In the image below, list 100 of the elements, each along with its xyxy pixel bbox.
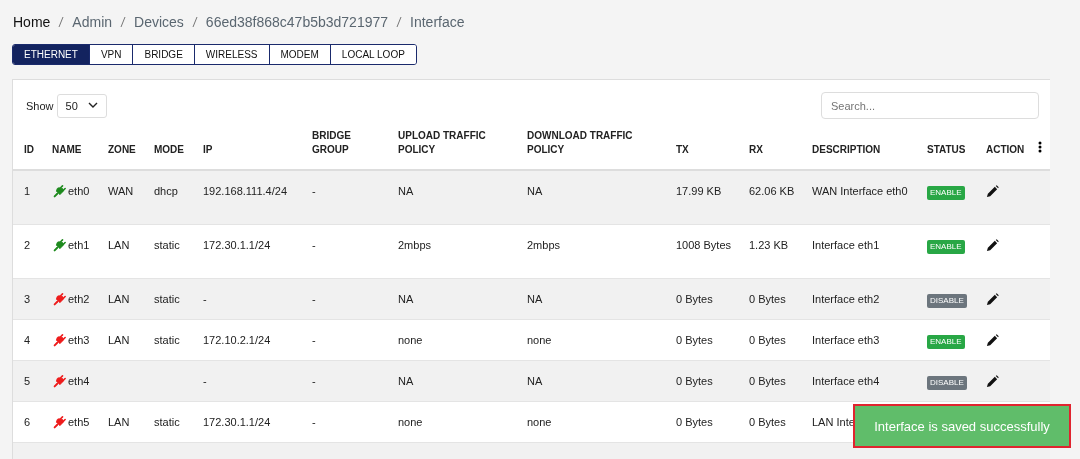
- status-badge: DISABLE: [927, 376, 967, 390]
- table-cell: 0 Bytes: [676, 334, 713, 346]
- column-header: TX: [676, 144, 689, 155]
- table-cell: NA: [527, 185, 543, 197]
- table-cell: static: [154, 239, 180, 251]
- table-cell-text: eth5: [68, 415, 90, 430]
- column-header: ACTION: [986, 144, 1025, 155]
- table-cell: -: [312, 334, 316, 346]
- table-cell: 1008 Bytes: [676, 239, 732, 251]
- table-cell: 5: [24, 375, 31, 387]
- table-cell: none: [398, 416, 423, 428]
- status-badge: ENABLE: [927, 240, 965, 254]
- table-cell: -: [312, 239, 316, 251]
- table-cell-text: eth0: [68, 184, 90, 199]
- column-header: ID: [24, 144, 34, 155]
- table-cell: 4: [24, 334, 31, 346]
- tab[interactable]: WIRELESS: [193, 45, 269, 64]
- table-cell: 192.168.111.4/24: [203, 185, 287, 197]
- table-cell: LAN: [108, 239, 130, 251]
- table-cell: WAN Interface eth0: [812, 185, 908, 197]
- column-header: UPLOAD TRAFFIC POLICY: [398, 130, 486, 155]
- table-cell: none: [527, 416, 552, 428]
- column-header: MODE: [154, 144, 184, 155]
- table-cell: -: [312, 416, 316, 428]
- table-cell: 0 Bytes: [676, 416, 713, 428]
- status-badge: ENABLE: [927, 335, 965, 349]
- table-cell: NA: [398, 375, 414, 387]
- tab[interactable]: LOCAL LOOP: [329, 45, 416, 64]
- breadcrumb-link[interactable]: Interface: [410, 14, 465, 30]
- column-header: DOWNLOAD TRAFFIC POLICY: [527, 130, 633, 155]
- table-cell: -: [312, 185, 316, 197]
- table-cell: static: [154, 334, 180, 346]
- table-cell: LAN: [108, 334, 130, 346]
- table-cell: NA: [398, 185, 414, 197]
- column-header: BRIDGE GROUP: [312, 130, 351, 155]
- table-cell: WAN: [108, 185, 134, 197]
- table-cell: 0 Bytes: [676, 293, 713, 305]
- table-cell: Interface eth1: [812, 239, 880, 251]
- breadcrumb-link[interactable]: 66ed38f868c47b5b3d721977: [205, 14, 389, 30]
- table-cell-text: eth4: [68, 374, 90, 389]
- breadcrumb-link[interactable]: Devices: [134, 14, 184, 30]
- table-cell: LAN: [108, 293, 130, 305]
- table-cell: NA: [527, 375, 543, 387]
- column-header: RX: [749, 144, 763, 155]
- table-cell: 0 Bytes: [749, 416, 786, 428]
- column-header: NAME: [52, 144, 82, 155]
- tab[interactable]: VPN: [88, 45, 133, 64]
- page-size-dropdown[interactable]: 50: [56, 93, 107, 118]
- table-cell: 1.23 KB: [749, 239, 789, 251]
- table-cell: 2mbps: [398, 239, 432, 251]
- edit-icon[interactable]: [986, 239, 999, 252]
- table-cell: 172.10.2.1/24: [203, 334, 271, 346]
- separator-icon: [120, 15, 127, 29]
- table-cell: 0 Bytes: [749, 334, 786, 346]
- edit-icon[interactable]: [986, 334, 999, 347]
- table-cell: 0 Bytes: [749, 293, 786, 305]
- table-cell: -: [203, 293, 207, 305]
- table-cell: 17.99 KB: [676, 185, 722, 197]
- tab[interactable]: ETHERNET: [13, 45, 89, 64]
- search-field[interactable]: Search...: [821, 92, 1039, 119]
- edit-icon[interactable]: [986, 185, 999, 198]
- table-cell-text: eth2: [68, 292, 90, 307]
- table-cell-text: eth3: [68, 333, 90, 348]
- table-cell: -: [203, 375, 207, 387]
- table-cell: LAN: [108, 416, 130, 428]
- tab[interactable]: BRIDGE: [132, 45, 194, 64]
- more-options-icon[interactable]: [1038, 141, 1042, 153]
- table-cell: -: [312, 375, 316, 387]
- column-header: STATUS: [927, 144, 966, 155]
- tab[interactable]: MODEM: [268, 45, 330, 64]
- breadcrumb-link[interactable]: Home: [13, 14, 51, 30]
- status-badge: DISABLE: [927, 294, 967, 308]
- breadcrumb-link[interactable]: Admin: [72, 14, 113, 30]
- table-cell: -: [312, 293, 316, 305]
- table-cell: NA: [527, 293, 543, 305]
- column-header: DESCRIPTION: [812, 144, 881, 155]
- table-cell: 2mbps: [527, 239, 561, 251]
- edit-icon[interactable]: [986, 375, 999, 388]
- success-toast: Interface is saved successfully: [853, 404, 1071, 448]
- table-cell: 3: [24, 293, 31, 305]
- table-cell-text: eth1: [68, 238, 90, 253]
- separator-icon: [396, 15, 403, 29]
- chevron-icon: [87, 102, 98, 109]
- column-header: ZONE: [108, 144, 136, 155]
- status-badge: ENABLE: [927, 186, 965, 200]
- table-cell: 62.06 KB: [749, 185, 795, 197]
- table-cell: 0 Bytes: [676, 375, 713, 387]
- table-cell: NA: [398, 293, 414, 305]
- show-label: Show: [26, 99, 54, 112]
- table-cell: 2: [24, 239, 31, 251]
- table-cell: static: [154, 293, 180, 305]
- table-cell: Interface eth2: [812, 293, 880, 305]
- edit-icon[interactable]: [986, 293, 999, 306]
- table-cell: 6: [24, 416, 31, 428]
- table-cell: dhcp: [154, 185, 178, 197]
- table-cell: none: [527, 334, 552, 346]
- column-header: IP: [203, 144, 213, 155]
- table-cell: 172.30.1.1/24: [203, 239, 271, 251]
- table-cell: 0 Bytes: [749, 375, 786, 387]
- table-cell: 172.30.1.1/24: [203, 416, 271, 428]
